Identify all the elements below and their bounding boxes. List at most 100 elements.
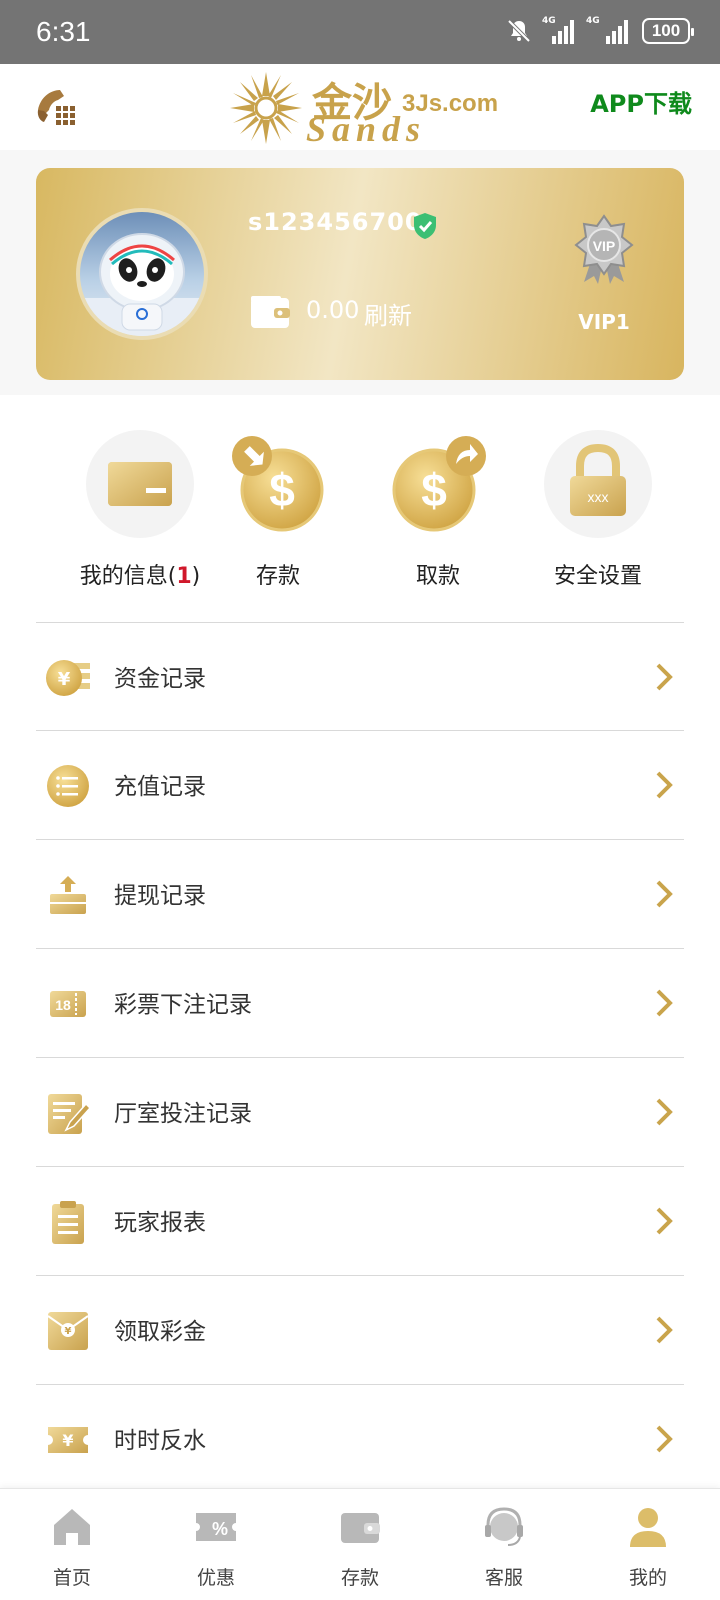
app-download-link[interactable]: APP下载 [590,84,692,119]
chevron-right-icon [656,880,673,908]
deposit-label: 存款 [255,564,300,589]
lock-icon: xxx [544,430,652,538]
header: 金沙 3Js.com Sands APP下载 [0,64,720,150]
logo-english: Sands [306,109,427,149]
svg-text:%: % [212,1519,228,1539]
signal-1-label: 4G [542,16,556,26]
my-info-text: 我的信息( [79,564,177,589]
menu-label: 领取彩金 [114,1319,206,1345]
mute-bell-icon [507,19,531,43]
menu-item-hall-bet-records[interactable]: 厅室投注记录 [36,1058,684,1167]
tab-label: 首页 [52,1567,91,1589]
menu-label: 时时反水 [114,1428,206,1454]
svg-text:$: $ [269,464,295,516]
svg-text:¥: ¥ [62,1431,73,1450]
app-root: 6:31 4G 4G 100 金沙 3Js.com Sands APP下载 s1… [0,0,720,1600]
tab-mine[interactable]: 我的 [576,1489,720,1600]
menu-item-player-report[interactable]: 玩家报表 [36,1167,684,1276]
menu-item-rebate[interactable]: ¥ 时时反水 [36,1385,684,1494]
my-info-count: 1 [176,564,192,589]
battery-icon: 100 [642,18,694,44]
card-icon [86,430,194,538]
chevron-right-icon [656,1425,673,1453]
withdraw-button[interactable]: $ 取款 [358,420,518,590]
quick-actions: 我的信息(1) $ 存款 $ 取款 xxx 安全设置 [0,420,720,590]
red-envelope-icon: ¥ [47,1312,89,1350]
tab-label: 我的 [628,1567,667,1589]
vip-badge-icon: VIP [574,214,634,284]
deposit-button[interactable]: $ 存款 [198,420,358,590]
menu-item-withdraw-records[interactable]: 提现记录 [36,840,684,949]
user-icon [630,1508,666,1547]
chevron-right-icon [656,771,673,799]
tab-label: 优惠 [196,1567,235,1589]
menu-label: 资金记录 [114,666,206,692]
home-icon [54,1509,90,1545]
battery-level: 100 [651,21,681,40]
tab-customer-service[interactable]: 客服 [432,1489,576,1600]
signal-1-icon: 4G [542,16,576,44]
sands-logo: 金沙 3Js.com Sands [226,68,516,149]
headset-icon [485,1507,523,1546]
chevron-right-icon [656,989,673,1017]
status-time: 6:31 [36,16,91,47]
menu-item-claim-bonus[interactable]: ¥ 领取彩金 [36,1276,684,1385]
tab-promotions[interactable]: % 优惠 [144,1489,288,1600]
refresh-button[interactable]: 刷新 [364,296,412,331]
yen-ticket-icon: ¥ [48,1427,88,1453]
phone-keypad-icon[interactable] [34,88,78,128]
my-info-button[interactable]: 我的信息(1) [60,420,220,590]
withdraw-box-icon [50,876,86,914]
avatar[interactable] [76,208,208,340]
tab-home[interactable]: 首页 [0,1489,144,1600]
notepad-pen-icon [48,1094,92,1134]
security-settings-button[interactable]: xxx 安全设置 [518,420,678,590]
signal-2-icon: 4G [586,16,632,44]
verified-shield-icon [414,213,436,239]
lock-text: xxx [588,489,609,505]
balance-amount: 0.00 [306,296,360,324]
coupon-icon: % [196,1513,236,1541]
chevron-right-icon [656,1098,673,1126]
svg-text:¥: ¥ [58,669,71,690]
menu-label: 玩家报表 [114,1210,206,1236]
menu-label: 充值记录 [114,774,206,800]
menu-list: ¥ 资金记录 充值记录 提现记录 18 彩票下注记录 厅室投注记录 玩家报表 ¥… [36,622,684,1494]
my-info-label: 我的信息(1) [60,558,220,590]
status-bar: 6:31 4G 4G 100 [0,0,720,64]
profile-card: s123456700 0.00 刷新 VIP VIP1 [36,168,684,380]
menu-item-fund-records[interactable]: ¥ 资金记录 [36,622,684,731]
svg-text:¥: ¥ [65,1326,72,1337]
list-coin-icon [47,765,89,807]
tab-deposit[interactable]: 存款 [288,1489,432,1600]
withdraw-label: 取款 [415,564,460,589]
ticket-number: 18 [55,997,71,1013]
vip-level: VIP1 [578,310,630,334]
menu-label: 彩票下注记录 [114,992,252,1018]
panda-mascot-icon [80,233,204,336]
menu-item-lottery-bet-records[interactable]: 18 彩票下注记录 [36,949,684,1058]
clipboard-icon [52,1201,84,1244]
chevron-right-icon [656,663,673,691]
tab-label: 存款 [340,1567,379,1589]
deposit-dollar-icon: $ [232,436,324,532]
wallet-icon [251,296,290,328]
yen-coin-icon: ¥ [46,660,90,696]
wallet-icon [341,1513,380,1543]
chevron-right-icon [656,1207,673,1235]
svg-text:$: $ [421,464,447,516]
vip-badge-text: VIP [593,238,616,254]
security-settings-label: 安全设置 [553,564,642,589]
sun-burst-icon [230,72,302,144]
tab-label: 客服 [484,1567,523,1589]
status-icons: 4G 4G 100 [506,16,694,44]
username: s123456700 [248,208,423,236]
withdraw-dollar-icon: $ [392,436,486,532]
lottery-ticket-icon: 18 [50,991,86,1017]
signal-2-label: 4G [586,16,600,26]
menu-label: 厅室投注记录 [114,1101,252,1127]
chevron-right-icon [656,1316,673,1344]
menu-item-recharge-records[interactable]: 充值记录 [36,731,684,840]
bottom-tab-bar: 首页 % 优惠 存款 客服 我的 [0,1488,720,1600]
menu-label: 提现记录 [114,883,206,909]
